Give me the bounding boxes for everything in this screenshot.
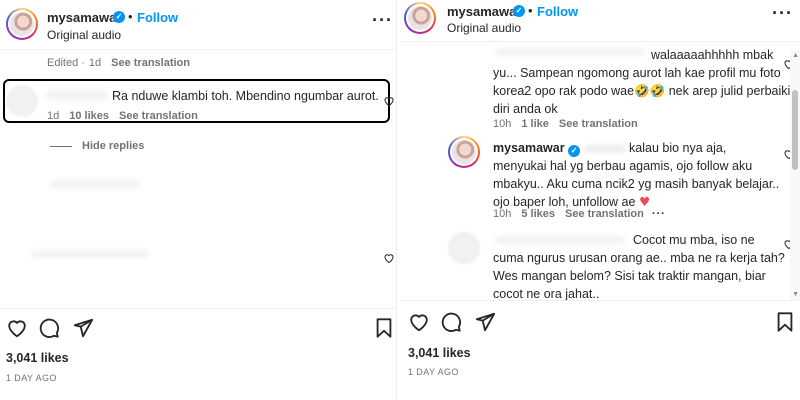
like-comment-heart-icon[interactable] [383,252,395,264]
comment-likes[interactable]: 10 likes [69,110,109,122]
follow-button[interactable]: Follow [537,4,578,19]
reply-line: kalau bio nya aja, [629,141,727,155]
reply-username[interactable]: mysamawar [493,141,565,155]
like-comment-heart-icon[interactable] [383,95,395,107]
like-heart-icon[interactable] [408,311,430,333]
author-avatar[interactable] [404,2,436,34]
post-header: mysamawar ✓ • Follow Original audio ··· [400,0,800,42]
blurred-mention[interactable] [583,144,626,153]
header-separator: • [128,9,133,24]
verified-badge-icon: ✓ [568,145,581,157]
red-heart-emoji-icon: ♥ [638,194,651,209]
scrollbar-thumb[interactable] [792,90,798,170]
comment-age: 1d [47,110,60,122]
comment-line: Wes mangan belom? Sisi tak traktir manga… [493,269,766,283]
likes-count[interactable]: 3,041 likes [408,346,471,360]
like-heart-icon[interactable] [6,317,28,339]
save-bookmark-icon[interactable] [774,311,796,333]
comment-line: nek arep julid perbaiki [668,84,791,98]
comment-text: Cocot mu mba, iso ne cuma ngurus urusan … [493,231,793,303]
post-header: mysamawar ✓ • Follow Original audio ··· [0,0,396,50]
comment-line: korea2 opo rak podo wae [493,84,635,98]
share-paper-plane-icon[interactable] [474,311,496,333]
likes-count[interactable]: 3,041 likes [6,351,69,365]
reply-more-icon[interactable]: ··· [652,208,666,220]
more-options-icon[interactable]: ··· [372,10,393,31]
post-actions: 3,041 likes 1 DAY AGO [400,300,800,400]
scroll-up-arrow-icon[interactable]: ▲ [792,52,799,59]
commenter-avatar[interactable] [448,232,480,264]
commenter-username-blurred[interactable] [46,90,108,100]
comment-line: cuma ngurus urusan orang ae.. mba ne ra … [493,251,785,265]
reply-age: 10h [493,208,512,220]
hide-replies-line [50,145,72,147]
blurred-reply [30,250,150,258]
post-time: 1 DAY AGO [408,367,459,377]
comment-see-translation[interactable]: See translation [119,110,198,122]
follow-button[interactable]: Follow [137,10,178,25]
reply-author-avatar[interactable] [448,136,480,168]
comment-likes[interactable]: 1 like [521,118,549,130]
scroll-down-arrow-icon[interactable]: ▼ [792,291,799,298]
audio-label[interactable]: Original audio [47,28,121,42]
verified-badge-icon: ✓ [513,5,525,17]
commenter-avatar[interactable] [6,85,38,117]
comment-line: yu... Sampean ngomong aurot lah kae prof… [493,66,781,80]
blurred-reply [50,180,140,188]
right-post-panel: mysamawar ✓ • Follow Original audio ··· … [400,0,800,400]
share-paper-plane-icon[interactable] [72,317,94,339]
author-username[interactable]: mysamawar [47,10,121,25]
save-bookmark-icon[interactable] [373,317,395,339]
comment-text: walaaaaahhhhh mbak yu... Sampean ngomong… [493,46,793,118]
reply-meta: 10h 5 likes See translation ··· [493,208,676,220]
left-post-panel: mysamawar ✓ • Follow Original audio ··· … [0,0,396,400]
audio-label[interactable]: Original audio [447,21,521,35]
comment-line: walaaaaahhhhh mbak [651,48,774,62]
more-options-icon[interactable]: ··· [772,3,793,24]
comment-meta: 1d 10 likes See translation [47,110,198,122]
comment-line: diri anda ok [493,102,558,116]
author-avatar[interactable] [6,8,38,40]
caption-meta: Edited · 1d See translation [47,57,190,69]
comment-text: Ra nduwe klambi toh. Mbendino ngumbar au… [112,89,379,103]
rofl-emoji-icon: 🤣🤣 [634,83,666,98]
reply-text: mysamawar ✓ kalau bio nya aja, menyukai … [493,139,793,211]
comment-see-translation[interactable]: See translation [559,118,638,130]
see-translation-link[interactable]: See translation [111,57,190,69]
comment-bubble-icon[interactable] [38,317,60,339]
comment-bubble-icon[interactable] [440,311,462,333]
reply-line: mbakyu.. Aku cuma ncik2 yg masih banyak … [493,177,780,191]
post-actions: 3,041 likes 1 DAY AGO [0,308,396,400]
hide-replies-label: Hide replies [82,140,145,152]
header-separator: • [528,3,533,18]
hide-replies-button[interactable]: Hide replies [50,140,144,152]
verified-badge-icon: ✓ [113,11,125,23]
comment-meta: 10h 1 like See translation [493,118,638,130]
edited-label: Edited [47,57,79,69]
comment-line: Cocot mu mba, iso ne [633,233,755,247]
author-username[interactable]: mysamawar [447,4,521,19]
post-time: 1 DAY AGO [6,373,57,383]
meta-separator: · [81,57,85,69]
reply-line: menyukai hal yg berbau agamis, ojo follo… [493,159,753,173]
reply-line: ojo baper loh, unfollow ae [493,195,636,209]
reply-see-translation[interactable]: See translation [565,208,644,220]
reply-likes[interactable]: 5 likes [521,208,555,220]
caption-age: 1d [88,57,102,69]
comment-age: 10h [493,118,512,130]
comments-scrollbar[interactable]: ▲ ▼ [790,50,800,300]
